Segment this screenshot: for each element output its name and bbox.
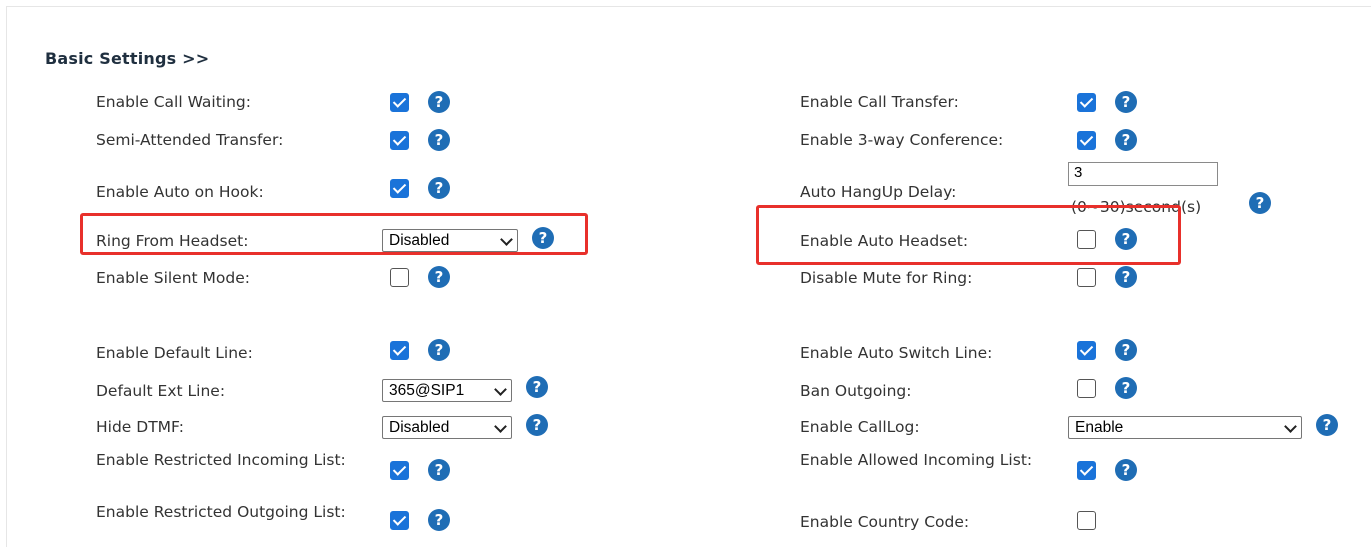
auto-hangup-delay-label: Auto HangUp Delay: <box>800 183 957 201</box>
semi-attended-transfer-checkbox[interactable] <box>390 131 409 150</box>
help-icon[interactable]: ? <box>428 129 450 151</box>
chevron-down-icon <box>494 383 507 396</box>
call-waiting-label: Enable Call Waiting: <box>96 93 251 111</box>
auto-switch-line-checkbox[interactable] <box>1077 341 1096 360</box>
silent-mode-checkbox[interactable] <box>390 268 409 287</box>
chevron-down-icon <box>494 420 507 433</box>
default-ext-line-value: 365@SIP1 <box>389 382 465 399</box>
help-icon[interactable]: ? <box>428 509 450 531</box>
allowed-incoming-label: Enable Allowed Incoming List: <box>800 451 1033 469</box>
ban-outgoing-label: Ban Outgoing: <box>800 382 912 400</box>
restricted-incoming-checkbox[interactable] <box>390 461 409 480</box>
call-transfer-label: Enable Call Transfer: <box>800 93 959 111</box>
help-icon[interactable]: ? <box>1115 377 1137 399</box>
auto-switch-line-label: Enable Auto Switch Line: <box>800 344 993 362</box>
calllog-select[interactable]: Enable <box>1068 416 1302 439</box>
help-icon[interactable]: ? <box>1249 192 1271 214</box>
help-icon[interactable]: ? <box>428 459 450 481</box>
call-waiting-checkbox[interactable] <box>390 93 409 112</box>
three-way-conference-checkbox[interactable] <box>1077 131 1096 150</box>
country-code-checkbox[interactable] <box>1077 511 1096 530</box>
auto-on-hook-checkbox[interactable] <box>390 179 409 198</box>
disable-mute-ring-checkbox[interactable] <box>1077 268 1096 287</box>
highlight-auto-headset <box>756 205 1181 265</box>
ban-outgoing-checkbox[interactable] <box>1077 379 1096 398</box>
hide-dtmf-value: Disabled <box>389 419 450 436</box>
country-code-label: Enable Country Code: <box>800 513 970 531</box>
default-ext-line-label: Default Ext Line: <box>96 382 226 400</box>
help-icon[interactable]: ? <box>428 339 450 361</box>
help-icon[interactable]: ? <box>526 376 548 398</box>
help-icon[interactable]: ? <box>1115 129 1137 151</box>
default-ext-line-select[interactable]: 365@SIP1 <box>382 379 512 402</box>
chevron-down-icon <box>1284 420 1297 433</box>
default-line-label: Enable Default Line: <box>96 344 253 362</box>
default-line-checkbox[interactable] <box>390 341 409 360</box>
calllog-label: Enable CallLog: <box>800 418 920 436</box>
semi-attended-transfer-label: Semi-Attended Transfer: <box>96 131 284 149</box>
highlight-ring-from-headset <box>80 213 588 255</box>
disable-mute-ring-label: Disable Mute for Ring: <box>800 269 973 287</box>
help-icon[interactable]: ? <box>428 177 450 199</box>
restricted-outgoing-checkbox[interactable] <box>390 511 409 530</box>
restricted-outgoing-label: Enable Restricted Outgoing List: <box>96 503 346 521</box>
auto-on-hook-label: Enable Auto on Hook: <box>96 183 264 201</box>
allowed-incoming-checkbox[interactable] <box>1077 461 1096 480</box>
hide-dtmf-select[interactable]: Disabled <box>382 416 512 439</box>
auto-hangup-delay-input[interactable]: 3 <box>1068 162 1218 186</box>
help-icon[interactable]: ? <box>1115 266 1137 288</box>
help-icon[interactable]: ? <box>1115 459 1137 481</box>
silent-mode-label: Enable Silent Mode: <box>96 269 250 287</box>
help-icon[interactable]: ? <box>526 414 548 436</box>
restricted-incoming-label: Enable Restricted Incoming List: <box>96 451 346 469</box>
help-icon[interactable]: ? <box>1115 339 1137 361</box>
section-title: Basic Settings >> <box>45 49 210 68</box>
hide-dtmf-label: Hide DTMF: <box>96 418 184 436</box>
help-icon[interactable]: ? <box>428 266 450 288</box>
help-icon[interactable]: ? <box>1316 414 1338 436</box>
call-transfer-checkbox[interactable] <box>1077 93 1096 112</box>
three-way-conference-label: Enable 3-way Conference: <box>800 131 1004 149</box>
calllog-value: Enable <box>1075 419 1124 436</box>
help-icon[interactable]: ? <box>428 91 450 113</box>
help-icon[interactable]: ? <box>1115 91 1137 113</box>
